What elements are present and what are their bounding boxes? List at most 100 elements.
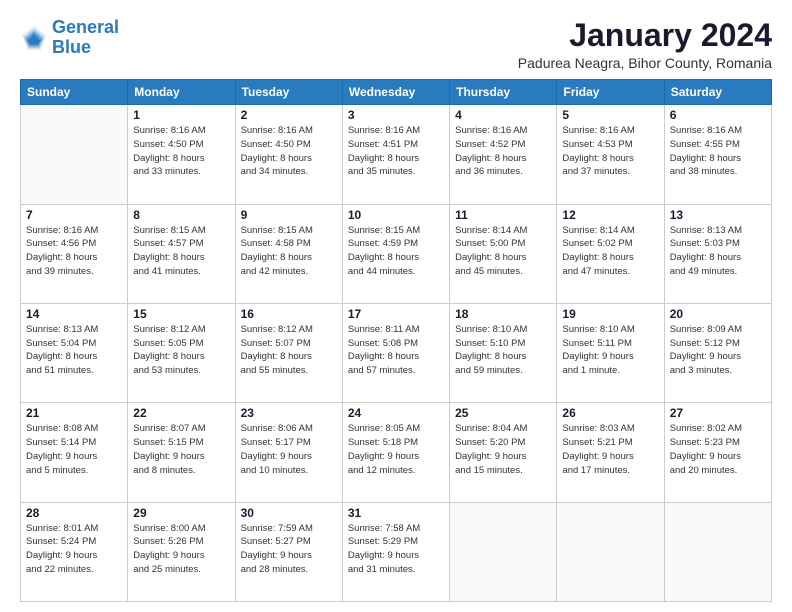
- day-number: 15: [133, 307, 229, 321]
- day-info: Sunrise: 8:01 AMSunset: 5:24 PMDaylight:…: [26, 522, 122, 577]
- table-row: 29Sunrise: 8:00 AMSunset: 5:26 PMDayligh…: [128, 502, 235, 601]
- logo: General Blue: [20, 18, 119, 58]
- week-row-5: 28 Sunrise: 8:01 AMSunset: 5:24 PMDayligh…: [21, 502, 772, 601]
- day-number: 27: [670, 406, 766, 420]
- day-number: 24: [348, 406, 444, 420]
- table-row: 2 Sunrise: 8:16 AMSunset: 4:50 PMDaylight…: [235, 105, 342, 204]
- day-info: Sunrise: 8:13 AMSunset: 5:04 PMDaylight:…: [26, 323, 122, 378]
- day-number: 8: [133, 208, 229, 222]
- day-info: Sunrise: 8:14 AMSunset: 5:02 PMDaylight:…: [562, 224, 658, 279]
- day-info: Sunrise: 8:12 AMSunset: 5:07 PMDaylight:…: [241, 323, 337, 378]
- table-row: 19Sunrise: 8:10 AMSunset: 5:11 PMDayligh…: [557, 303, 664, 402]
- day-number: 30: [241, 506, 337, 520]
- col-wednesday: Wednesday: [342, 80, 449, 105]
- header: General Blue January 2024 Padurea Neagra…: [20, 18, 772, 71]
- table-row: 17 Sunrise: 8:11 AMSunset: 5:08 PMDayligh…: [342, 303, 449, 402]
- day-number: 17: [348, 307, 444, 321]
- day-info: Sunrise: 8:14 AMSunset: 5:00 PMDaylight:…: [455, 224, 551, 279]
- day-info: Sunrise: 7:59 AMSunset: 5:27 PMDaylight:…: [241, 522, 337, 577]
- table-row: 26 Sunrise: 8:03 AMSunset: 5:21 PMDayligh…: [557, 403, 664, 502]
- day-number: 5: [562, 108, 658, 122]
- table-row: 24Sunrise: 8:05 AMSunset: 5:18 PMDayligh…: [342, 403, 449, 502]
- table-row: 21 Sunrise: 8:08 AMSunset: 5:14 PMDayligh…: [21, 403, 128, 502]
- day-number: 31: [348, 506, 444, 520]
- col-saturday: Saturday: [664, 80, 771, 105]
- logo-line2: Blue: [52, 37, 91, 57]
- table-row: 30 Sunrise: 7:59 AMSunset: 5:27 PMDayligh…: [235, 502, 342, 601]
- day-number: 29: [133, 506, 229, 520]
- table-row: 9 Sunrise: 8:15 AMSunset: 4:58 PMDaylight…: [235, 204, 342, 303]
- table-row: 23 Sunrise: 8:06 AMSunset: 5:17 PMDayligh…: [235, 403, 342, 502]
- day-info: Sunrise: 8:12 AMSunset: 5:05 PMDaylight:…: [133, 323, 229, 378]
- table-row: [21, 105, 128, 204]
- day-info: Sunrise: 8:11 AMSunset: 5:08 PMDaylight:…: [348, 323, 444, 378]
- day-number: 26: [562, 406, 658, 420]
- day-info: Sunrise: 8:03 AMSunset: 5:21 PMDaylight:…: [562, 422, 658, 477]
- calendar-subtitle: Padurea Neagra, Bihor County, Romania: [518, 55, 772, 71]
- day-info: Sunrise: 8:16 AMSunset: 4:56 PMDaylight:…: [26, 224, 122, 279]
- table-row: 16 Sunrise: 8:12 AMSunset: 5:07 PMDayligh…: [235, 303, 342, 402]
- day-number: 16: [241, 307, 337, 321]
- day-info: Sunrise: 8:08 AMSunset: 5:14 PMDaylight:…: [26, 422, 122, 477]
- table-row: 10 Sunrise: 8:15 AMSunset: 4:59 PMDayligh…: [342, 204, 449, 303]
- day-info: Sunrise: 8:15 AMSunset: 4:58 PMDaylight:…: [241, 224, 337, 279]
- table-row: 1Sunrise: 8:16 AMSunset: 4:50 PMDaylight…: [128, 105, 235, 204]
- table-row: 14 Sunrise: 8:13 AMSunset: 5:04 PMDayligh…: [21, 303, 128, 402]
- table-row: [664, 502, 771, 601]
- week-row-2: 7 Sunrise: 8:16 AMSunset: 4:56 PMDaylight…: [21, 204, 772, 303]
- day-info: Sunrise: 8:13 AMSunset: 5:03 PMDaylight:…: [670, 224, 766, 279]
- day-number: 3: [348, 108, 444, 122]
- table-row: 4 Sunrise: 8:16 AMSunset: 4:52 PMDaylight…: [450, 105, 557, 204]
- table-row: [450, 502, 557, 601]
- day-info: Sunrise: 8:15 AMSunset: 4:57 PMDaylight:…: [133, 224, 229, 279]
- day-info: Sunrise: 8:04 AMSunset: 5:20 PMDaylight:…: [455, 422, 551, 477]
- table-row: 28 Sunrise: 8:01 AMSunset: 5:24 PMDayligh…: [21, 502, 128, 601]
- day-info: Sunrise: 7:58 AMSunset: 5:29 PMDaylight:…: [348, 522, 444, 577]
- table-row: 13 Sunrise: 8:13 AMSunset: 5:03 PMDayligh…: [664, 204, 771, 303]
- logo-icon: [20, 24, 48, 52]
- day-number: 4: [455, 108, 551, 122]
- week-row-3: 14 Sunrise: 8:13 AMSunset: 5:04 PMDayligh…: [21, 303, 772, 402]
- day-number: 18: [455, 307, 551, 321]
- day-number: 22: [133, 406, 229, 420]
- table-row: 22 Sunrise: 8:07 AMSunset: 5:15 PMDayligh…: [128, 403, 235, 502]
- day-number: 7: [26, 208, 122, 222]
- col-sunday: Sunday: [21, 80, 128, 105]
- logo-text: General Blue: [52, 18, 119, 58]
- table-row: 25Sunrise: 8:04 AMSunset: 5:20 PMDayligh…: [450, 403, 557, 502]
- day-number: 28: [26, 506, 122, 520]
- day-info: Sunrise: 8:16 AMSunset: 4:50 PMDaylight:…: [241, 124, 337, 179]
- day-info: Sunrise: 8:16 AMSunset: 4:51 PMDaylight:…: [348, 124, 444, 179]
- table-row: 31 Sunrise: 7:58 AMSunset: 5:29 PMDayligh…: [342, 502, 449, 601]
- title-block: January 2024 Padurea Neagra, Bihor Count…: [518, 18, 772, 71]
- day-number: 6: [670, 108, 766, 122]
- calendar-table: Sunday Monday Tuesday Wednesday Thursday…: [20, 79, 772, 602]
- table-row: 7 Sunrise: 8:16 AMSunset: 4:56 PMDaylight…: [21, 204, 128, 303]
- day-number: 9: [241, 208, 337, 222]
- col-tuesday: Tuesday: [235, 80, 342, 105]
- col-monday: Monday: [128, 80, 235, 105]
- day-info: Sunrise: 8:16 AMSunset: 4:52 PMDaylight:…: [455, 124, 551, 179]
- day-number: 20: [670, 307, 766, 321]
- day-number: 14: [26, 307, 122, 321]
- table-row: 18 Sunrise: 8:10 AMSunset: 5:10 PMDayligh…: [450, 303, 557, 402]
- table-row: 3 Sunrise: 8:16 AMSunset: 4:51 PMDaylight…: [342, 105, 449, 204]
- table-row: 27Sunrise: 8:02 AMSunset: 5:23 PMDayligh…: [664, 403, 771, 502]
- col-friday: Friday: [557, 80, 664, 105]
- week-row-4: 21 Sunrise: 8:08 AMSunset: 5:14 PMDayligh…: [21, 403, 772, 502]
- day-number: 2: [241, 108, 337, 122]
- day-info: Sunrise: 8:09 AMSunset: 5:12 PMDaylight:…: [670, 323, 766, 378]
- week-row-1: 1 Sunrise: 8:16 AMSunset: 4:50 PMDaylight…: [21, 105, 772, 204]
- day-info: Sunrise: 8:07 AMSunset: 5:15 PMDaylight:…: [133, 422, 229, 477]
- day-number: 23: [241, 406, 337, 420]
- day-number: 21: [26, 406, 122, 420]
- day-number: 13: [670, 208, 766, 222]
- table-row: 6Sunrise: 8:16 AMSunset: 4:55 PMDaylight…: [664, 105, 771, 204]
- day-number: 10: [348, 208, 444, 222]
- day-info: Sunrise: 8:10 AMSunset: 5:11 PMDaylight:…: [562, 323, 658, 378]
- day-number: 1: [133, 108, 229, 122]
- day-info: Sunrise: 8:15 AMSunset: 4:59 PMDaylight:…: [348, 224, 444, 279]
- day-info: Sunrise: 8:10 AMSunset: 5:10 PMDaylight:…: [455, 323, 551, 378]
- day-number: 11: [455, 208, 551, 222]
- day-info: Sunrise: 8:06 AMSunset: 5:17 PMDaylight:…: [241, 422, 337, 477]
